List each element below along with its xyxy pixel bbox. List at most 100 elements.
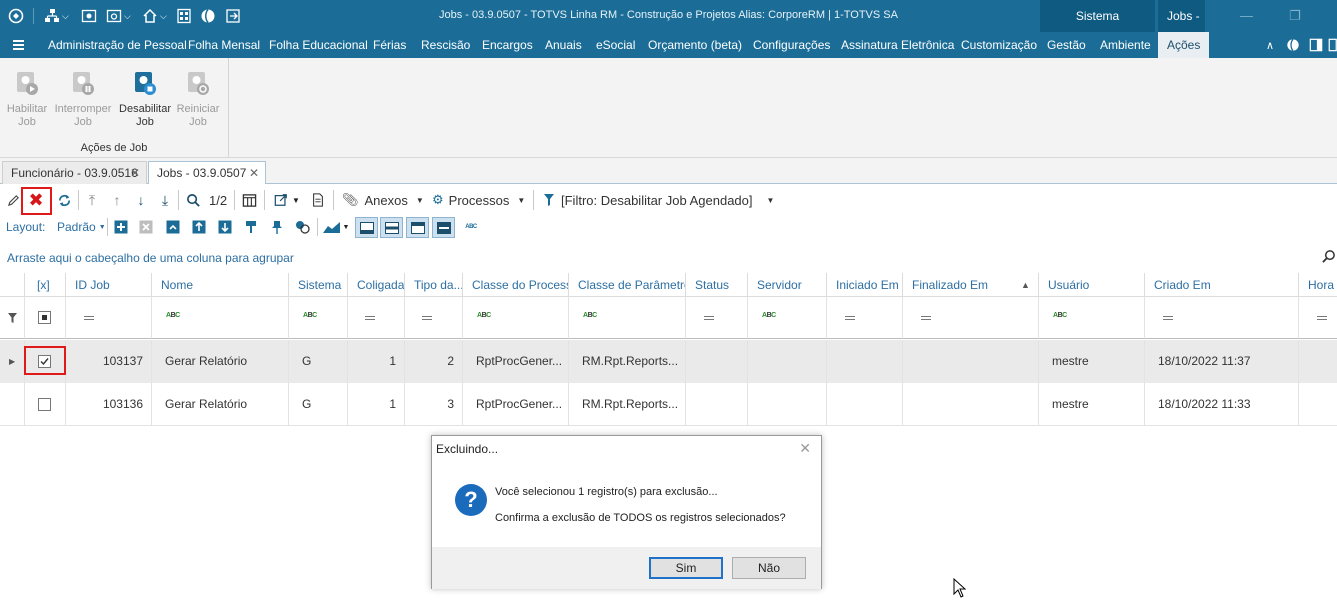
select-column-header[interactable]: [x] [25, 273, 66, 297]
restore-icon[interactable]: ❐ [1289, 8, 1301, 24]
filter-classe-processo[interactable]: ABC [463, 297, 569, 339]
jobs-context-tab[interactable]: Jobs - [1158, 0, 1205, 32]
filter-iniciado-em[interactable] [827, 297, 903, 339]
text-format-icon[interactable]: ABC [460, 220, 482, 234]
chart-dropdown[interactable]: ▼ [322, 219, 350, 235]
header-coligada[interactable]: Coligada [348, 273, 405, 297]
menu-item-folha-educacional[interactable]: Folha Educacional [269, 32, 368, 58]
help-globe-icon[interactable] [1286, 38, 1300, 55]
pin-icon[interactable] [269, 219, 285, 235]
menu-item-ferias[interactable]: Férias [373, 32, 406, 58]
menu-item-configuracoes[interactable]: Configurações [753, 32, 830, 58]
header-tipo[interactable]: Tipo da... [405, 273, 463, 297]
header-classe-processo[interactable]: Classe do Processo [463, 273, 569, 297]
hamburger-menu-icon[interactable] [13, 40, 24, 50]
header-status[interactable]: Status [686, 273, 748, 297]
edit-pencil-icon[interactable] [6, 193, 20, 207]
filter-criado-em[interactable] [1145, 297, 1299, 339]
processos-button[interactable]: ⚙ Processos ▼ [432, 192, 525, 208]
tab-funcionario[interactable]: Funcionário - 03.9.0516 ✕ [2, 161, 147, 184]
collapse-ribbon-icon[interactable]: ∧ [1266, 39, 1274, 52]
nao-button[interactable]: Não [732, 557, 806, 579]
header-id-job[interactable]: ID Job [66, 273, 152, 297]
group-by-bar[interactable]: Arraste aqui o cabeçalho de uma coluna p… [0, 245, 1337, 273]
previous-record-icon[interactable]: ↑ [110, 192, 124, 208]
tab-jobs[interactable]: Jobs - 03.9.0507 ✕ [148, 161, 266, 184]
header-iniciado-em[interactable]: Iniciado Em [827, 273, 903, 297]
paint-icon[interactable] [243, 219, 259, 235]
header-nome[interactable]: Nome [152, 273, 289, 297]
close-tab-icon[interactable]: ✕ [130, 162, 140, 184]
copy-row-icon[interactable] [165, 219, 181, 235]
search-icon[interactable] [185, 192, 201, 208]
menu-item-gestao[interactable]: Gestão [1047, 32, 1086, 58]
document-icon[interactable] [311, 192, 325, 208]
columns-icon[interactable] [241, 192, 257, 208]
minimize-icon[interactable]: — [1240, 8, 1253, 23]
close-tab-icon[interactable]: ✕ [249, 162, 259, 184]
select-all-checkbox[interactable] [38, 311, 51, 324]
next-record-icon[interactable]: ↓ [134, 192, 148, 208]
move-up-icon[interactable] [191, 219, 207, 235]
filter-nome[interactable]: ABC [152, 297, 289, 339]
header-classe-parametros[interactable]: Classe de Parâmetros [569, 273, 686, 297]
filter-usuario[interactable]: ABC [1039, 297, 1145, 339]
menu-item-rescisao[interactable]: Rescisão [421, 32, 470, 58]
habilitar-job-button[interactable]: Habilitar Job [0, 70, 57, 129]
desabilitar-job-button[interactable]: Desabilitar Job [115, 70, 175, 129]
row-checkbox[interactable] [38, 398, 51, 411]
menu-item-esocial[interactable]: eSocial [596, 32, 635, 58]
filter-dropdown[interactable]: [Filtro: Desabilitar Job Agendado] ▼ [543, 192, 774, 208]
move-down-icon[interactable] [217, 219, 233, 235]
dialog-close-icon[interactable]: ✕ [799, 440, 811, 457]
header-hora[interactable]: Hora [1299, 273, 1337, 297]
interromper-job-button[interactable]: Interromper Job [53, 70, 113, 129]
header-servidor[interactable]: Servidor [748, 273, 827, 297]
menu-item-acoes[interactable]: Ações [1158, 32, 1210, 58]
filter-servidor[interactable]: ABC [748, 297, 827, 339]
last-record-icon[interactable]: ⤓ [158, 192, 172, 208]
mouse-cursor-icon [953, 577, 967, 601]
add-row-icon[interactable] [113, 219, 129, 235]
export-dropdown[interactable]: ▼ [272, 192, 302, 208]
header-finalizado-em[interactable]: Finalizado Em ▲ [903, 273, 1039, 297]
remove-row-icon[interactable] [138, 219, 154, 235]
header-usuario[interactable]: Usuário [1039, 273, 1145, 297]
grid-search-icon[interactable] [1321, 249, 1336, 267]
panel-icon[interactable] [1309, 38, 1323, 55]
filter-status[interactable] [686, 297, 748, 339]
exit-app-icon[interactable] [1328, 38, 1337, 55]
filter-select-all[interactable] [25, 297, 66, 339]
sistema-tab[interactable]: Sistema [1040, 0, 1155, 32]
filter-sistema[interactable]: ABC [289, 297, 348, 339]
menu-item-administracao[interactable]: Administração de Pessoal [48, 32, 187, 58]
anexos-button[interactable]: 📎︎ Anexos ▼ [342, 192, 424, 208]
layout-bottom-button[interactable] [355, 217, 378, 238]
reiniciar-job-button[interactable]: Reiniciar Job [168, 70, 228, 129]
row-select-cell[interactable] [25, 383, 66, 426]
shapes-icon[interactable] [295, 219, 311, 235]
filter-tipo[interactable] [405, 297, 463, 339]
filter-classe-parametros[interactable]: ABC [569, 297, 686, 339]
menu-item-folha-mensal[interactable]: Folha Mensal [188, 32, 260, 58]
layout-full-icon [436, 221, 451, 234]
filter-hora[interactable] [1299, 297, 1337, 339]
menu-item-ambiente[interactable]: Ambiente [1100, 32, 1151, 58]
layout-middle-button[interactable] [380, 217, 403, 238]
refresh-icon[interactable] [56, 192, 72, 208]
layout-full-button[interactable] [432, 217, 455, 238]
first-record-icon[interactable]: ⤒ [85, 192, 99, 208]
menu-item-assinatura[interactable]: Assinatura Eletrônica [841, 32, 954, 58]
filter-id-job[interactable] [66, 297, 152, 339]
menu-item-customizacao[interactable]: Customização [961, 32, 1037, 58]
header-sistema[interactable]: Sistema [289, 273, 348, 297]
menu-item-anuais[interactable]: Anuais [545, 32, 582, 58]
layout-select[interactable]: Padrão ▼ [57, 219, 106, 235]
menu-item-orcamento[interactable]: Orçamento (beta) [648, 32, 742, 58]
header-criado-em[interactable]: Criado Em [1145, 273, 1299, 297]
filter-finalizado-em[interactable] [903, 297, 1039, 339]
filter-coligada[interactable] [348, 297, 405, 339]
menu-item-encargos[interactable]: Encargos [482, 32, 533, 58]
layout-top-button[interactable] [406, 217, 429, 238]
sim-button[interactable]: Sim [649, 557, 723, 579]
